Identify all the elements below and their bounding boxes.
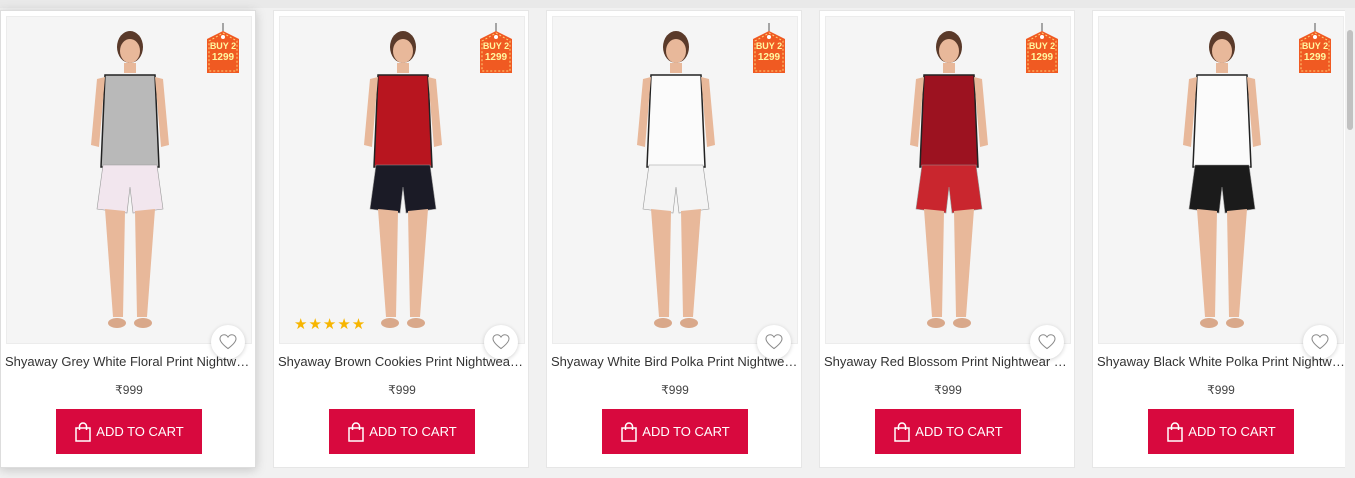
product-name[interactable]: Shyaway Red Blossom Print Nightwear S…: [824, 354, 1072, 369]
product-price: ₹999: [661, 383, 689, 397]
add-to-cart-button[interactable]: ADD TO CART: [56, 409, 202, 454]
product-image[interactable]: BUY 2 1299: [825, 16, 1071, 344]
page-scrollbar[interactable]: [1345, 8, 1355, 478]
add-to-cart-label: ADD TO CART: [642, 424, 730, 439]
heart-outline-icon: [1311, 334, 1329, 350]
product-name[interactable]: Shyaway White Bird Polka Print Nightwea…: [551, 354, 799, 369]
product-image[interactable]: BUY 2 1299: [552, 16, 798, 344]
offer-line-2: 1299: [757, 52, 781, 63]
heart-outline-icon: [492, 334, 510, 350]
product-name[interactable]: Shyaway Black White Polka Print Nightw…: [1097, 354, 1345, 369]
add-to-cart-label: ADD TO CART: [1188, 424, 1276, 439]
add-to-cart-button[interactable]: ADD TO CART: [875, 409, 1021, 454]
shopping-bag-icon: [894, 421, 911, 442]
offer-line-2: 1299: [1030, 52, 1054, 63]
add-to-cart-label: ADD TO CART: [915, 424, 1003, 439]
product-price: ₹999: [1207, 383, 1235, 397]
shopping-bag-icon: [1167, 421, 1184, 442]
add-to-cart-button[interactable]: ADD TO CART: [1148, 409, 1294, 454]
buy2-offer-tag: BUY 2 1299: [1024, 23, 1060, 75]
add-to-cart-label: ADD TO CART: [369, 424, 457, 439]
product-price: ₹999: [388, 383, 416, 397]
shopping-bag-icon: [348, 421, 365, 442]
product-price: ₹999: [115, 383, 143, 397]
product-card[interactable]: BUY 2 1299 Shyaway Black White Polka Pri…: [1092, 10, 1348, 468]
product-name[interactable]: Shyaway Brown Cookies Print Nightwear …: [278, 354, 526, 369]
buy2-offer-tag: BUY 2 1299: [1297, 23, 1333, 75]
heart-outline-icon: [765, 334, 783, 350]
offer-line-1: BUY 2: [482, 41, 510, 51]
shopping-bag-icon: [75, 421, 92, 442]
offer-line-1: BUY 2: [1028, 41, 1056, 51]
heart-outline-icon: [1038, 334, 1056, 350]
product-image[interactable]: BUY 2 1299: [6, 16, 252, 344]
scrollbar-thumb[interactable]: [1347, 30, 1353, 130]
product-card[interactable]: BUY 2 1299 Shyaway Grey White Floral Pri…: [0, 10, 256, 468]
shopping-bag-icon: [621, 421, 638, 442]
add-to-cart-button[interactable]: ADD TO CART: [329, 409, 475, 454]
buy2-offer-tag: BUY 2 1299: [751, 23, 787, 75]
heart-outline-icon: [219, 334, 237, 350]
product-name[interactable]: Shyaway Grey White Floral Print Nightwe…: [5, 354, 253, 369]
product-image[interactable]: BUY 2 1299: [1098, 16, 1344, 344]
buy2-offer-tag: BUY 2 1299: [205, 23, 241, 75]
offer-line-2: 1299: [1303, 52, 1327, 63]
product-grid: BUY 2 1299 Shyaway Grey White Floral Pri…: [0, 10, 1348, 478]
offer-line-1: BUY 2: [209, 41, 237, 51]
offer-line-1: BUY 2: [1301, 41, 1329, 51]
offer-line-1: BUY 2: [755, 41, 783, 51]
buy2-offer-tag: BUY 2 1299: [478, 23, 514, 75]
offer-line-2: 1299: [211, 52, 235, 63]
product-card[interactable]: BUY 2 1299 ★★★★★ Shyaway Brown Cookies P…: [273, 10, 529, 468]
top-strip: [0, 0, 1355, 8]
product-price: ₹999: [934, 383, 962, 397]
product-image[interactable]: BUY 2 1299 ★★★★★: [279, 16, 525, 344]
rating-stars: ★★★★★: [294, 316, 367, 333]
offer-line-2: 1299: [484, 52, 508, 63]
add-to-cart-button[interactable]: ADD TO CART: [602, 409, 748, 454]
product-card[interactable]: BUY 2 1299 Shyaway White Bird Polka Prin…: [546, 10, 802, 468]
product-card[interactable]: BUY 2 1299 Shyaway Red Blossom Print Nig…: [819, 10, 1075, 468]
add-to-cart-label: ADD TO CART: [96, 424, 184, 439]
